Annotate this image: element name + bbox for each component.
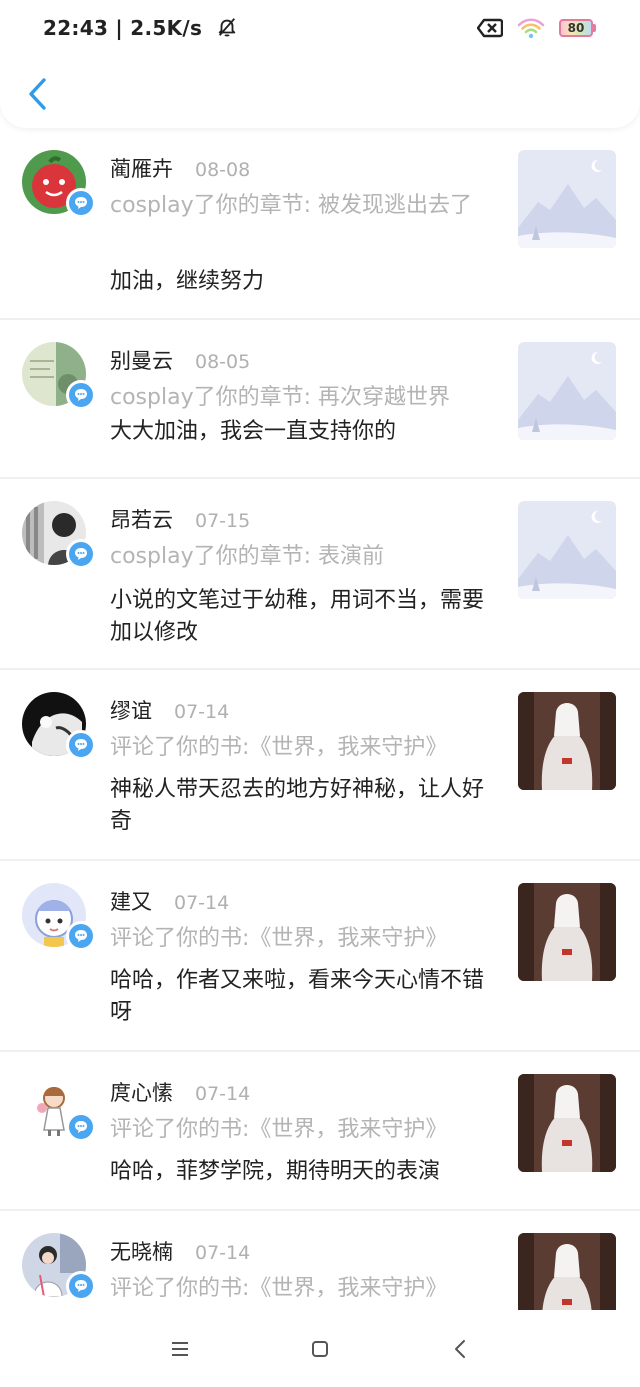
bell-muted-icon bbox=[218, 18, 235, 37]
message-badge bbox=[66, 1112, 96, 1142]
list-item[interactable]: 建又 07-14 评论了你的书:《世界，我来守护》 哈哈，作者又来啦，看来今天心… bbox=[0, 861, 640, 1052]
message-badge bbox=[66, 921, 96, 951]
image-placeholder-icon bbox=[518, 150, 616, 248]
avatar-wrap bbox=[22, 1233, 96, 1307]
nav-back-button[interactable] bbox=[445, 1334, 475, 1364]
user-name[interactable]: 蔺雁卉 bbox=[110, 153, 173, 183]
chat-bubble-icon bbox=[75, 197, 87, 209]
name-line: 昂若云 07-15 bbox=[110, 504, 250, 534]
list-item[interactable]: 别曼云 08-05 cosplay了你的章节: 再次穿越世界 大大加油，我会一直… bbox=[0, 320, 640, 479]
user-name[interactable]: 别曼云 bbox=[110, 345, 173, 375]
chat-bubble-icon bbox=[75, 1121, 87, 1133]
book-cover-thumbnail[interactable] bbox=[518, 1233, 616, 1310]
book-cover-thumbnail[interactable] bbox=[518, 692, 616, 790]
name-line: 无晓楠 07-14 bbox=[110, 1236, 250, 1266]
comment-text: 小说的文笔过于幼稚，用词不当，需要加以修改 bbox=[110, 588, 485, 645]
avatar-wrap bbox=[22, 501, 96, 575]
system-navbar bbox=[0, 1310, 640, 1387]
name-line: 建又 07-14 bbox=[110, 886, 229, 916]
user-name[interactable]: 建又 bbox=[110, 886, 152, 916]
item-date: 07-14 bbox=[174, 892, 230, 914]
action-text: 评论了你的书:《世界，我来守护》 bbox=[110, 1276, 448, 1301]
item-date: 07-15 bbox=[195, 510, 251, 532]
message-badge bbox=[66, 380, 96, 410]
action-text: cosplay了你的章节: 表演前 bbox=[110, 544, 385, 569]
item-date: 08-08 bbox=[195, 159, 251, 181]
chat-bubble-icon bbox=[75, 930, 87, 942]
item-date: 07-14 bbox=[195, 1242, 251, 1264]
list-item[interactable]: 蔺雁卉 08-08 cosplay了你的章节: 被发现逃出去了 加油，继续努力 bbox=[0, 128, 640, 320]
battery-level: 80 bbox=[567, 21, 585, 35]
avatar-wrap bbox=[22, 1074, 96, 1148]
status-time: 22:43 | 2.5K/s bbox=[43, 16, 238, 40]
nav-home-button[interactable] bbox=[305, 1334, 335, 1364]
book-cover-thumbnail[interactable] bbox=[518, 883, 616, 981]
chat-bubble-icon bbox=[75, 739, 87, 751]
user-name[interactable]: 缪谊 bbox=[110, 695, 152, 725]
chat-bubble-icon bbox=[75, 389, 87, 401]
item-date: 07-14 bbox=[195, 1083, 251, 1105]
chapter-thumbnail[interactable] bbox=[518, 342, 616, 440]
sim-off-icon bbox=[477, 18, 503, 38]
action-text: cosplay了你的章节: 再次穿越世界 bbox=[110, 385, 451, 410]
comment-text: 大大加油，我会一直支持你的 bbox=[110, 419, 397, 444]
book-cover-image bbox=[518, 1074, 616, 1172]
home-icon bbox=[312, 1340, 328, 1357]
user-name[interactable]: 庹心愫 bbox=[110, 1077, 173, 1107]
status-icons: 80 bbox=[477, 17, 596, 39]
menu-icon bbox=[172, 1341, 188, 1356]
message-badge bbox=[66, 1271, 96, 1301]
action-text: cosplay了你的章节: 被发现逃出去了 bbox=[110, 193, 473, 218]
book-cover-image bbox=[518, 1233, 616, 1310]
comment-text: 加油，继续努力 bbox=[110, 269, 265, 294]
header: 22:43 | 2.5K/s 80 bbox=[0, 0, 640, 128]
book-cover-image bbox=[518, 883, 616, 981]
screen: 22:43 | 2.5K/s 80 蔺雁卉 08-08 cosplay了你的章节… bbox=[0, 0, 640, 1387]
chapter-thumbnail[interactable] bbox=[518, 150, 616, 248]
nav-menu-button[interactable] bbox=[165, 1334, 195, 1364]
message-badge bbox=[66, 188, 96, 218]
book-cover-image bbox=[518, 692, 616, 790]
action-text: 评论了你的书:《世界，我来守护》 bbox=[110, 735, 448, 760]
book-cover-thumbnail[interactable] bbox=[518, 1074, 616, 1172]
avatar-wrap bbox=[22, 150, 96, 224]
name-line: 庹心愫 07-14 bbox=[110, 1077, 250, 1107]
message-badge bbox=[66, 539, 96, 569]
item-date: 07-14 bbox=[174, 701, 230, 723]
avatar-wrap bbox=[22, 692, 96, 766]
chat-bubble-icon bbox=[75, 1280, 87, 1292]
user-name[interactable]: 昂若云 bbox=[110, 504, 173, 534]
list-item[interactable]: 昂若云 07-15 cosplay了你的章节: 表演前 小说的文笔过于幼稚，用词… bbox=[0, 479, 640, 670]
name-line: 蔺雁卉 08-08 bbox=[110, 153, 250, 183]
comment-text: 神秘人带天忍去的地方好神秘，让人好奇 bbox=[110, 777, 485, 834]
chat-bubble-icon bbox=[75, 548, 87, 560]
wifi-icon bbox=[517, 18, 545, 39]
name-line: 缪谊 07-14 bbox=[110, 695, 229, 725]
list-item[interactable]: 缪谊 07-14 评论了你的书:《世界，我来守护》 神秘人带天忍去的地方好神秘，… bbox=[0, 670, 640, 861]
battery-indicator: 80 bbox=[559, 19, 596, 37]
notification-list: 蔺雁卉 08-08 cosplay了你的章节: 被发现逃出去了 加油，继续努力 bbox=[0, 128, 640, 1310]
user-name[interactable]: 无晓楠 bbox=[110, 1236, 173, 1266]
message-badge bbox=[66, 730, 96, 760]
chevron-left-icon bbox=[29, 78, 46, 110]
action-text: 评论了你的书:《世界，我来守护》 bbox=[110, 1117, 448, 1142]
back-button[interactable] bbox=[20, 74, 54, 114]
comment-text: 哈哈，菲梦学院，期待明天的表演 bbox=[110, 1159, 441, 1184]
action-text: 评论了你的书:《世界，我来守护》 bbox=[110, 926, 448, 951]
back-icon bbox=[455, 1339, 465, 1358]
image-placeholder-icon bbox=[518, 501, 616, 599]
chapter-thumbnail[interactable] bbox=[518, 501, 616, 599]
list-item[interactable]: 庹心愫 07-14 评论了你的书:《世界，我来守护》 哈哈，菲梦学院，期待明天的… bbox=[0, 1052, 640, 1211]
avatar-wrap bbox=[22, 342, 96, 416]
avatar-wrap bbox=[22, 883, 96, 957]
comment-text: 哈哈，作者又来啦，看来今天心情不错呀 bbox=[110, 968, 485, 1025]
list-item[interactable]: 无晓楠 07-14 评论了你的书:《世界，我来守护》 bbox=[0, 1211, 640, 1310]
status-time-text: 22:43 | 2.5K/s bbox=[43, 16, 203, 40]
image-placeholder-icon bbox=[518, 342, 616, 440]
name-line: 别曼云 08-05 bbox=[110, 345, 250, 375]
item-date: 08-05 bbox=[195, 351, 251, 373]
